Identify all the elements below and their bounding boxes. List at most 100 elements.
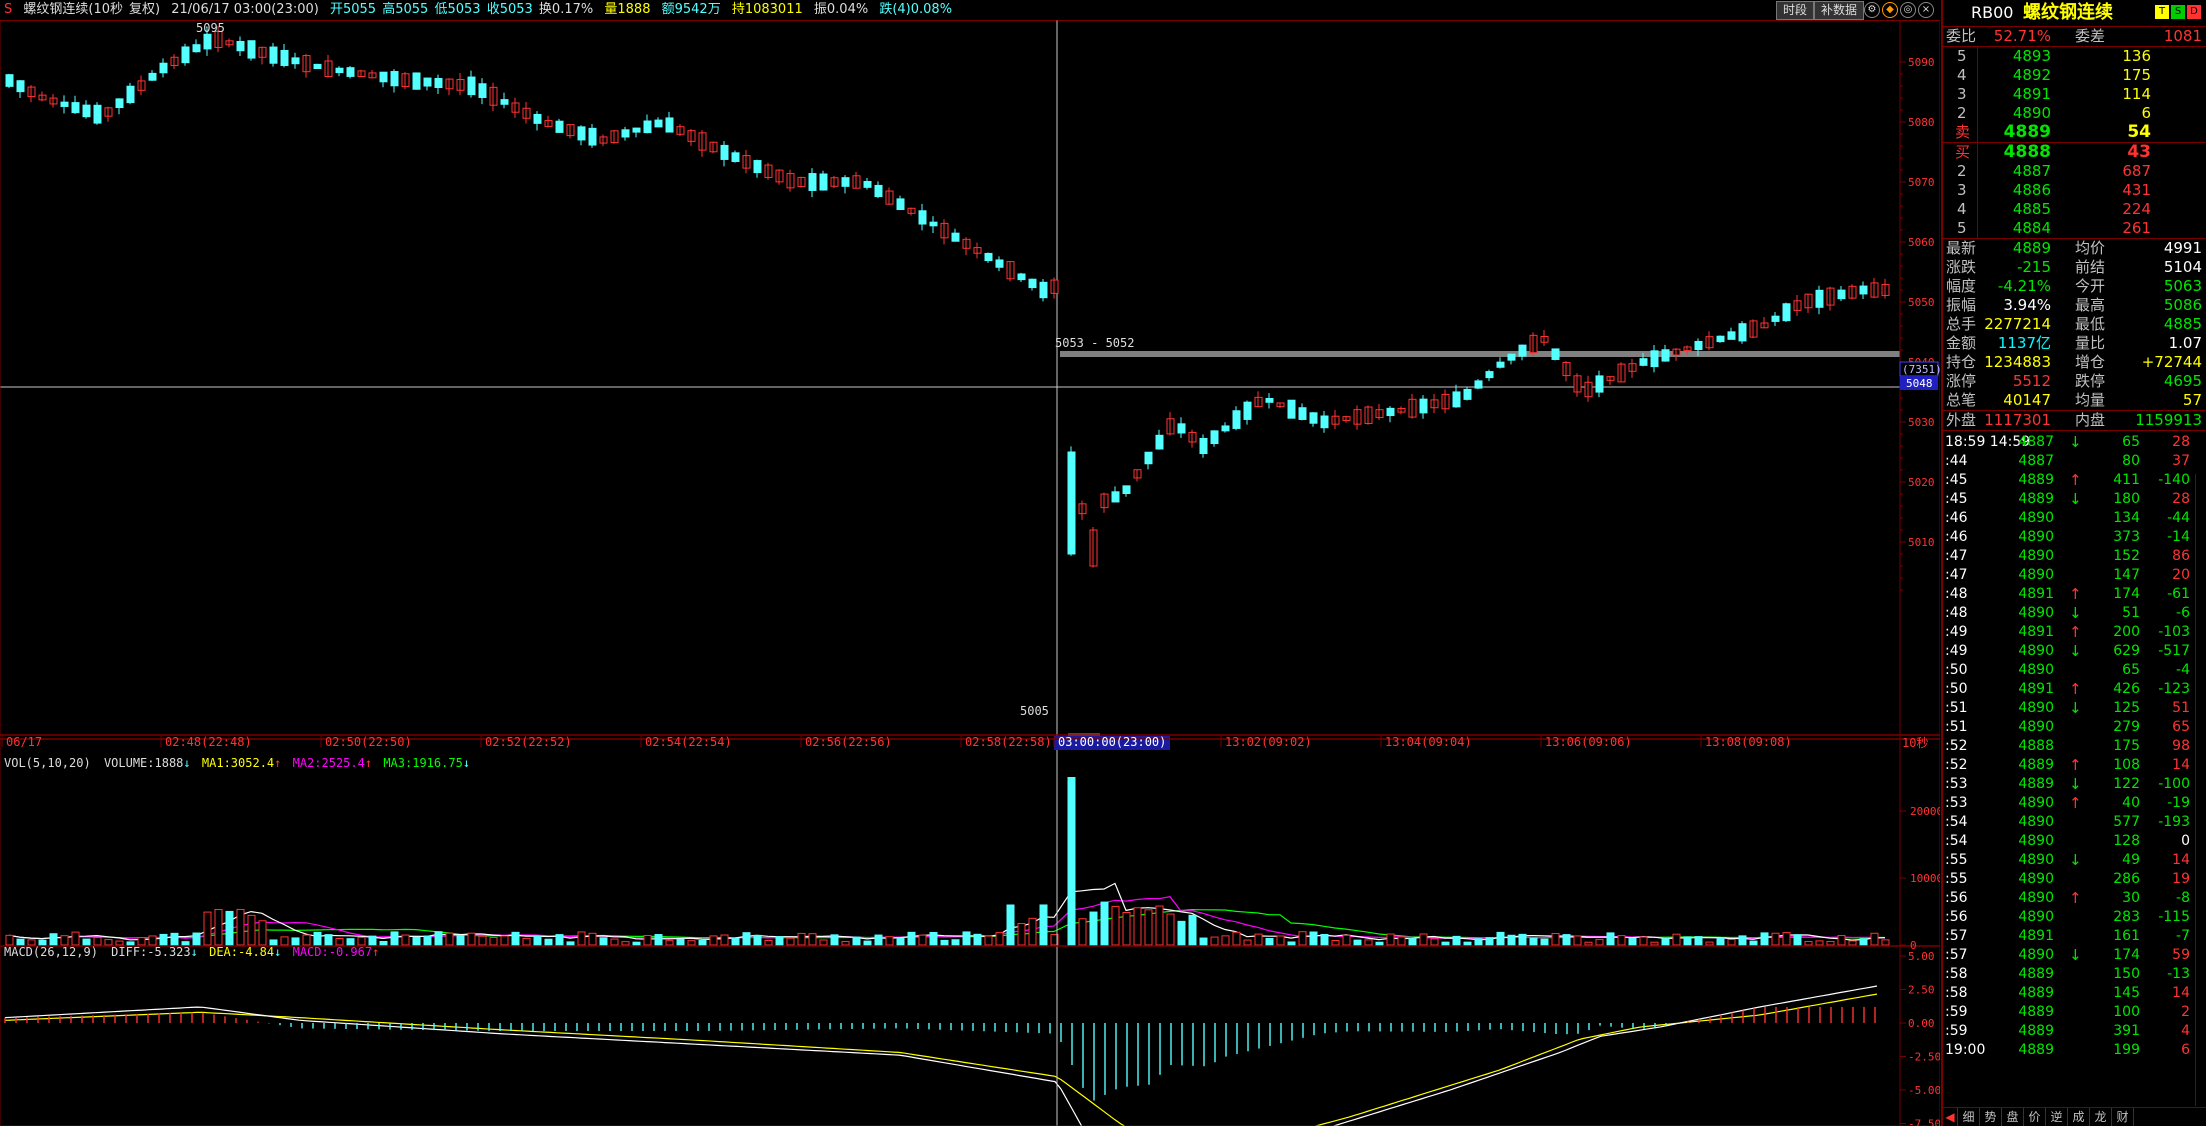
tick-time: :59 xyxy=(1945,1023,1968,1039)
tick-row[interactable]: :47 4890 152 86 xyxy=(1943,547,2206,566)
volume-bar xyxy=(709,935,718,946)
volume-bar xyxy=(775,936,784,946)
tick-scrollbar[interactable] xyxy=(2195,474,2206,1106)
tick-row[interactable]: 18:59 14:59 4887 ↓ 65 28 xyxy=(1943,433,2206,452)
tick-row[interactable]: :53 4890 ↑ 40 -19 xyxy=(1943,794,2206,813)
tick-row[interactable]: :51 4890 ↓ 125 51 xyxy=(1943,699,2206,718)
tick-row[interactable]: :59 4889 100 2 xyxy=(1943,1003,2206,1022)
x-axis-label: 13:08(09:08) xyxy=(1705,735,1792,749)
stat-value: 2277214 xyxy=(1984,315,2051,333)
tick-row[interactable]: :57 4891 161 -7 xyxy=(1943,927,2206,946)
tick-row[interactable]: :56 4890 283 -115 xyxy=(1943,908,2206,927)
stat-row: 总手 2277214 最低 4885 xyxy=(1943,315,2206,334)
d-icon[interactable]: D xyxy=(2187,5,2201,19)
volume-bar xyxy=(918,934,927,946)
tick-row[interactable]: :58 4889 150 -13 xyxy=(1943,965,2206,984)
tick-row[interactable]: :45 4889 ↓ 180 28 xyxy=(1943,490,2206,509)
settings-icon[interactable]: ⚙ xyxy=(1864,2,1880,18)
fill-data-button[interactable]: 补数据 xyxy=(1814,1,1865,20)
tick-list[interactable]: 18:59 14:59 4887 ↓ 65 28:44 4887 80 37:45 4889 ↑ 4… xyxy=(1943,431,2206,1060)
tick-row[interactable]: :58 4889 145 14 xyxy=(1943,984,2206,1003)
tick-volume: 577 xyxy=(2113,814,2140,830)
chart-svg[interactable]: 5095 5005 5053 - 5052 10秒 VOL(5,10,20) V… xyxy=(0,20,1940,1126)
tick-row[interactable]: :50 4891 ↑ 426 -123 xyxy=(1943,680,2206,699)
tab-4[interactable]: 逆 xyxy=(2046,1108,2068,1126)
stat-row: 幅度 -4.21% 今开 5063 xyxy=(1943,277,2206,296)
tick-position-change: 28 xyxy=(2172,434,2190,450)
tick-row[interactable]: :57 4890 ↓ 174 59 xyxy=(1943,946,2206,965)
volume-bar xyxy=(1144,909,1153,946)
stat-label: 涨跌 xyxy=(1946,258,1977,276)
tick-row[interactable]: :49 4891 ↑ 200 -103 xyxy=(1943,623,2206,642)
ask-row: 4 4892 175 xyxy=(1943,66,2206,85)
stat-label: 持仓 xyxy=(1946,353,1977,371)
volume-bar xyxy=(621,941,630,946)
tick-volume: 629 xyxy=(2113,643,2140,659)
stat-value: 1234883 xyxy=(1984,353,2051,371)
neipan-label: 内盘 xyxy=(2075,411,2106,429)
chart-area[interactable]: 5095 5005 5053 - 5052 10秒 VOL(5,10,20) V… xyxy=(0,20,1940,1126)
tick-row[interactable]: :52 4888 175 98 xyxy=(1943,737,2206,756)
price-tick-label: 5080 xyxy=(1908,116,1935,129)
tick-row[interactable]: :49 4890 ↓ 629 -517 xyxy=(1943,642,2206,661)
tab-1[interactable]: 势 xyxy=(1980,1108,2002,1126)
tab-6[interactable]: 龙 xyxy=(2090,1108,2112,1126)
tab-7[interactable]: 财 xyxy=(2112,1108,2134,1126)
tick-row[interactable]: :50 4890 65 -4 xyxy=(1943,661,2206,680)
tick-direction-icon: ↑ xyxy=(2069,680,2082,698)
tick-row[interactable]: :51 4890 279 65 xyxy=(1943,718,2206,737)
tick-row[interactable]: :54 4890 577 -193 xyxy=(1943,813,2206,832)
vol-ma2-line xyxy=(8,896,1886,940)
diamond-icon[interactable]: ◆ xyxy=(1882,2,1898,18)
tick-price: 4889 xyxy=(2018,757,2054,773)
volume-bar xyxy=(1133,907,1142,946)
volume-bar xyxy=(1848,940,1857,946)
tick-row[interactable]: :46 4890 373 -14 xyxy=(1943,528,2206,547)
time-range-button[interactable]: 时段 xyxy=(1776,1,1815,20)
tick-row[interactable]: :52 4889 ↑ 108 14 xyxy=(1943,756,2206,775)
tabs-left-arrow-icon[interactable]: ◀ xyxy=(1943,1108,1958,1126)
volume-bar xyxy=(1584,941,1593,946)
tick-row[interactable]: :59 4889 391 4 xyxy=(1943,1022,2206,1041)
tick-volume: 411 xyxy=(2113,472,2140,488)
t-icon[interactable]: T xyxy=(2155,5,2169,19)
weibi-label: 委比 xyxy=(1946,27,1977,45)
tick-row[interactable]: :54 4890 128 0 xyxy=(1943,832,2206,851)
tab-0[interactable]: 细 xyxy=(1958,1108,1980,1126)
tick-row[interactable]: :48 4890 ↓ 51 -6 xyxy=(1943,604,2206,623)
tick-row[interactable]: :45 4889 ↑ 411 -140 xyxy=(1943,471,2206,490)
tick-row[interactable]: :48 4891 ↑ 174 -61 xyxy=(1943,585,2206,604)
price-high-label: 5095 xyxy=(196,21,225,35)
tab-2[interactable]: 盘 xyxy=(2002,1108,2024,1126)
tick-price: 4890 xyxy=(2018,605,2054,621)
ask-divider xyxy=(1977,47,1978,142)
tick-position-change: -13 xyxy=(2167,966,2190,982)
volume-bar xyxy=(71,931,80,946)
tick-time: :45 xyxy=(1945,491,1968,507)
tick-row[interactable]: :56 4890 ↑ 30 -8 xyxy=(1943,889,2206,908)
tick-row[interactable]: 19:00 4889 199 6 xyxy=(1943,1041,2206,1060)
bid-price: 4886 xyxy=(2012,181,2051,199)
tick-position-change: -44 xyxy=(2167,510,2190,526)
tick-row[interactable]: :44 4887 80 37 xyxy=(1943,452,2206,471)
close-icon[interactable]: × xyxy=(1918,2,1934,18)
tick-direction-icon: ↓ xyxy=(2069,775,2082,793)
price-tick-label: 5050 xyxy=(1908,296,1935,309)
tab-3[interactable]: 价 xyxy=(2024,1108,2046,1126)
tick-row[interactable]: :47 4890 147 20 xyxy=(1943,566,2206,585)
tick-time: :55 xyxy=(1945,852,1968,868)
volume-bar xyxy=(1485,937,1494,946)
volume-bar xyxy=(148,935,157,946)
tick-row[interactable]: :55 4890 ↓ 49 14 xyxy=(1943,851,2206,870)
low-label: 低5053 xyxy=(434,2,481,17)
tick-row[interactable]: :53 4889 ↓ 122 -100 xyxy=(1943,775,2206,794)
tick-row[interactable]: :46 4890 134 -44 xyxy=(1943,509,2206,528)
volume-bar xyxy=(5,934,14,946)
target-icon[interactable]: ◎ xyxy=(1900,2,1916,18)
tick-volume: 180 xyxy=(2113,491,2140,507)
tick-row[interactable]: :55 4890 286 19 xyxy=(1943,870,2206,889)
tab-5[interactable]: 成 xyxy=(2068,1108,2090,1126)
tick-time: :59 xyxy=(1945,1004,1968,1020)
s-icon[interactable]: S xyxy=(2171,5,2185,19)
volume-bar xyxy=(280,936,289,946)
